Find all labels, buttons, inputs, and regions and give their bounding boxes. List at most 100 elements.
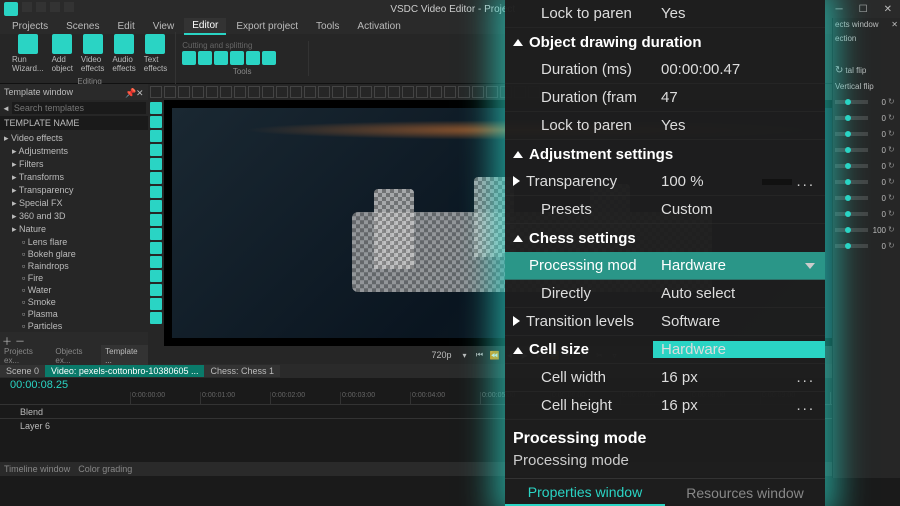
viewport-tool-icon[interactable] bbox=[318, 86, 330, 98]
property-value[interactable]: Custom bbox=[653, 201, 825, 218]
overlay-tab[interactable]: Resources window bbox=[665, 479, 825, 506]
property-row[interactable]: Transition levelsSoftware bbox=[505, 308, 825, 336]
collapse-icon[interactable] bbox=[513, 151, 523, 158]
rewind-icon[interactable]: ⏪ bbox=[489, 349, 501, 361]
tree-item[interactable]: ▸ Transparency bbox=[2, 184, 146, 197]
slider-row[interactable]: 0↻ bbox=[833, 206, 900, 222]
slider-row[interactable]: 0↻ bbox=[833, 238, 900, 254]
side-tool-icon[interactable] bbox=[150, 298, 162, 310]
expand-icon[interactable] bbox=[513, 176, 520, 186]
slider-row[interactable]: 0↻ bbox=[833, 142, 900, 158]
reset-icon[interactable]: ↻ bbox=[888, 177, 898, 187]
chevron-down-icon[interactable]: ▾ bbox=[459, 349, 471, 361]
side-tool-icon[interactable] bbox=[150, 228, 162, 240]
tree-item[interactable]: ▫ Lens flare bbox=[2, 236, 146, 248]
property-row[interactable]: DirectlyAuto select bbox=[505, 280, 825, 308]
close-button[interactable]: ✕ bbox=[880, 4, 896, 15]
viewport-tool-icon[interactable] bbox=[444, 86, 456, 98]
ribbon-button[interactable]: RunWizard... bbox=[10, 32, 46, 75]
slider-track[interactable] bbox=[835, 244, 868, 248]
status-item[interactable]: Timeline window bbox=[4, 464, 70, 474]
viewport-tool-icon[interactable] bbox=[276, 86, 288, 98]
quick-icon[interactable] bbox=[64, 2, 74, 12]
property-row[interactable]: Cell sizeHardware bbox=[505, 336, 825, 364]
slider-track[interactable] bbox=[835, 132, 868, 136]
template-tree[interactable]: ▸ Video effects▸ Adjustments▸ Filters▸ T… bbox=[0, 130, 148, 332]
panel-tab[interactable]: Objects ex... bbox=[51, 345, 101, 367]
collapse-icon[interactable] bbox=[513, 347, 523, 354]
skip-start-icon[interactable]: ⏮ bbox=[474, 349, 486, 361]
property-value[interactable]: Hardware bbox=[653, 341, 825, 358]
tree-item[interactable]: ▫ Fire bbox=[2, 272, 146, 284]
slider-thumb[interactable] bbox=[845, 179, 851, 185]
menu-item-editor[interactable]: Editor bbox=[184, 18, 226, 35]
ribbon-button[interactable]: Addobject bbox=[50, 32, 75, 75]
property-value[interactable]: 00:00:00.47 bbox=[653, 61, 825, 78]
close-icon[interactable]: ✕ bbox=[891, 20, 898, 30]
menu-item-tools[interactable]: Tools bbox=[308, 19, 347, 34]
slider-row[interactable]: 0↻ bbox=[833, 158, 900, 174]
property-value[interactable]: Software bbox=[653, 313, 825, 330]
property-row[interactable]: Duration (ms)00:00:00.47 bbox=[505, 56, 825, 84]
viewport-tool-icon[interactable] bbox=[220, 86, 232, 98]
ribbon-button[interactable]: Texteffects bbox=[142, 32, 169, 75]
maximize-button[interactable]: ☐ bbox=[855, 4, 872, 15]
viewport-tool-icon[interactable] bbox=[346, 86, 358, 98]
viewport-tool-icon[interactable] bbox=[458, 86, 470, 98]
side-tool-icon[interactable] bbox=[150, 242, 162, 254]
back-icon[interactable]: ◄ bbox=[2, 104, 10, 113]
expand-icon[interactable] bbox=[513, 316, 520, 326]
ribbon-button[interactable]: Audioeffects bbox=[110, 32, 137, 75]
slider-track[interactable] bbox=[835, 164, 868, 168]
quick-icon[interactable] bbox=[22, 2, 32, 12]
viewport-tool-icon[interactable] bbox=[402, 86, 414, 98]
property-row[interactable]: PresetsCustom bbox=[505, 196, 825, 224]
property-row[interactable]: Processing modHardware bbox=[505, 252, 825, 280]
slider-thumb[interactable] bbox=[845, 99, 851, 105]
slider-row[interactable]: 0↻ bbox=[833, 110, 900, 126]
reset-icon[interactable]: ↻ bbox=[888, 129, 898, 139]
tree-item[interactable]: ▫ Raindrops bbox=[2, 260, 146, 272]
viewport-tool-icon[interactable] bbox=[192, 86, 204, 98]
reset-icon[interactable]: ↻ bbox=[888, 161, 898, 171]
property-section[interactable]: Adjustment settings bbox=[505, 140, 825, 168]
side-tool-icon[interactable] bbox=[150, 186, 162, 198]
property-row[interactable]: Lock to parenYes bbox=[505, 0, 825, 28]
slider-thumb[interactable] bbox=[845, 131, 851, 137]
status-item[interactable]: Color grading bbox=[78, 464, 132, 474]
search-input[interactable] bbox=[12, 102, 146, 114]
reset-icon[interactable]: ↻ bbox=[888, 209, 898, 219]
viewport-tool-icon[interactable] bbox=[416, 86, 428, 98]
side-tool-icon[interactable] bbox=[150, 130, 162, 142]
slider-thumb[interactable] bbox=[845, 227, 851, 233]
property-value[interactable]: 100 % bbox=[653, 173, 762, 190]
slider-track[interactable] bbox=[835, 100, 868, 104]
tool-icon[interactable] bbox=[246, 51, 260, 65]
property-row[interactable]: Cell height16 px... bbox=[505, 392, 825, 420]
close-icon[interactable]: ✕ bbox=[136, 88, 144, 96]
slider-row[interactable]: 0↻ bbox=[833, 94, 900, 110]
viewport-tool-icon[interactable] bbox=[304, 86, 316, 98]
slider-track[interactable] bbox=[835, 116, 868, 120]
quick-icon[interactable] bbox=[50, 2, 60, 12]
side-tool-icon[interactable] bbox=[150, 102, 162, 114]
slider-track[interactable] bbox=[835, 180, 868, 184]
mini-slider[interactable] bbox=[762, 179, 792, 185]
timeline-tab[interactable]: Scene 0 bbox=[0, 365, 45, 377]
property-value[interactable]: 47 bbox=[653, 89, 825, 106]
reset-icon[interactable]: ↻ bbox=[835, 65, 843, 76]
panel-tab[interactable]: Template ... bbox=[101, 345, 148, 367]
property-section[interactable]: Chess settings bbox=[505, 224, 825, 252]
tree-item[interactable]: ▫ Water bbox=[2, 284, 146, 296]
reset-icon[interactable]: ↻ bbox=[888, 241, 898, 251]
viewport-tool-icon[interactable] bbox=[486, 86, 498, 98]
slider-track[interactable] bbox=[835, 228, 868, 232]
viewport-tool-icon[interactable] bbox=[150, 86, 162, 98]
tool-icon[interactable] bbox=[198, 51, 212, 65]
slider-thumb[interactable] bbox=[845, 243, 851, 249]
timeline-tab[interactable]: Video: pexels-cottonbro-10380605 ... bbox=[45, 365, 204, 377]
tree-item[interactable]: ▫ Smoke bbox=[2, 296, 146, 308]
viewport-tool-icon[interactable] bbox=[388, 86, 400, 98]
slider-track[interactable] bbox=[835, 196, 868, 200]
side-tool-icon[interactable] bbox=[150, 116, 162, 128]
